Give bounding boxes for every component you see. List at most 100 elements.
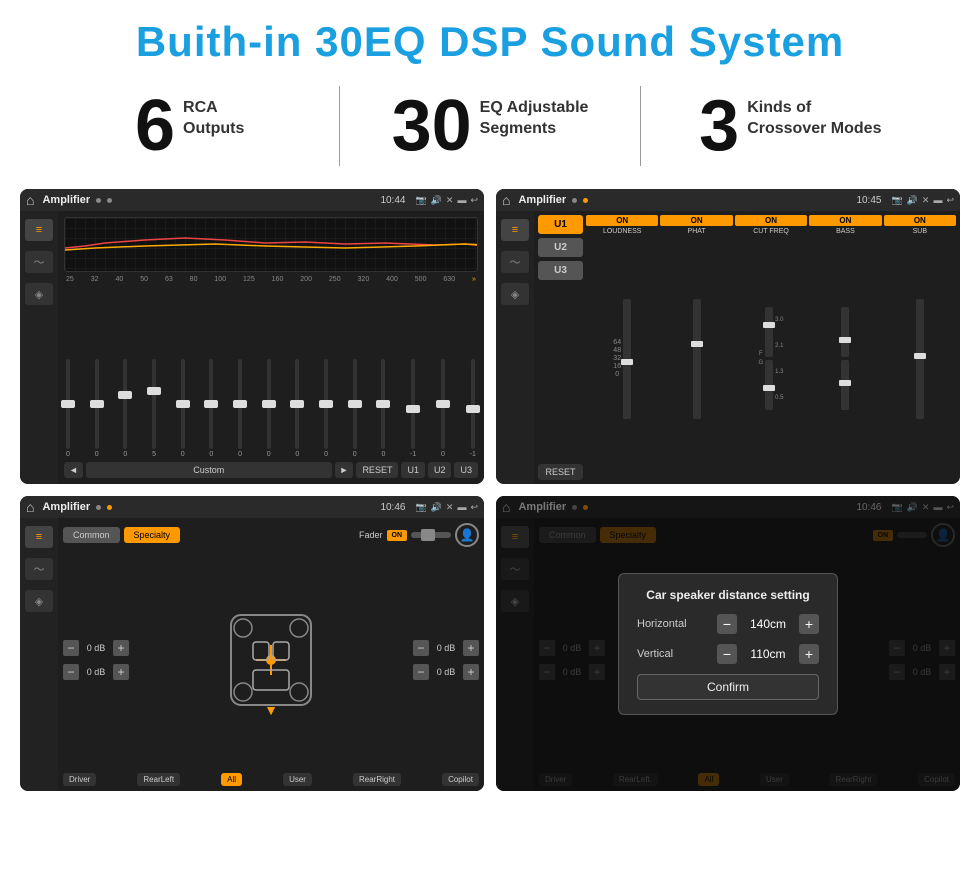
sidebar-eq-icon-3[interactable]: ≡ — [25, 526, 53, 548]
eq-track[interactable] — [381, 359, 385, 449]
cutfreq-track2[interactable] — [765, 360, 773, 410]
amp2-reset-btn[interactable]: RESET — [538, 464, 583, 480]
sub-track[interactable] — [916, 299, 924, 419]
volume-icon-1: 🔊 — [431, 195, 442, 206]
amp3-main: Common Specialty Fader ON 👤 − 0 — [58, 518, 484, 791]
u2-btn[interactable]: U2 — [538, 238, 583, 257]
eq-reset-btn[interactable]: RESET — [356, 462, 398, 478]
sidebar-speaker-icon-2[interactable]: ◈ — [501, 283, 529, 305]
confirm-button[interactable]: Confirm — [637, 674, 819, 700]
volume-icon-3: 🔊 — [431, 502, 442, 513]
window-icon-1: ▬ — [457, 195, 466, 205]
eq-track[interactable] — [441, 359, 445, 449]
bass-track2[interactable] — [841, 360, 849, 410]
user-btn-3[interactable]: User — [283, 773, 312, 786]
channel-bass: ON BASS — [809, 215, 881, 480]
eq-label: 50 — [140, 276, 148, 283]
rearright-btn-3[interactable]: RearRight — [353, 773, 401, 786]
db-minus-tl[interactable]: − — [63, 640, 79, 656]
eq-track[interactable] — [95, 359, 99, 449]
back-icon-2: ↩ — [946, 195, 954, 206]
loudness-on[interactable]: ON — [586, 215, 658, 226]
db-value-tl: 0 dB — [82, 643, 110, 653]
eq-label: 80 — [190, 276, 198, 283]
eq-track[interactable] — [295, 359, 299, 449]
sidebar-speaker-icon[interactable]: ◈ — [25, 283, 53, 305]
horizontal-plus-btn[interactable]: + — [799, 614, 819, 634]
vertical-plus-btn[interactable]: + — [799, 644, 819, 664]
tab-common-3[interactable]: Common — [63, 527, 120, 543]
db-minus-bl[interactable]: − — [63, 664, 79, 680]
eq-track[interactable] — [152, 359, 156, 449]
eq-slider-col: -1 — [410, 359, 416, 458]
dialog-overlay: Car speaker distance setting Horizontal … — [496, 496, 960, 791]
sidebar-eq-icon-2[interactable]: ≡ — [501, 219, 529, 241]
sidebar-speaker-icon-3[interactable]: ◈ — [25, 590, 53, 612]
eq-slider-col: 0 — [123, 359, 127, 458]
fader-on-3[interactable]: ON — [387, 530, 408, 541]
eq-track[interactable] — [411, 359, 415, 449]
all-btn-3[interactable]: All — [221, 773, 242, 786]
screen-dialog: ⌂ Amplifier 10:46 📷 🔊 ✕ ▬ ↩ ≡ 〜 ◈ Common — [496, 496, 960, 791]
eq-track[interactable] — [267, 359, 271, 449]
driver-btn-3[interactable]: Driver — [63, 773, 96, 786]
eq-u1-btn[interactable]: U1 — [401, 462, 425, 478]
sidebar-eq-icon[interactable]: ≡ — [25, 219, 53, 241]
eq-track[interactable] — [66, 359, 70, 449]
eq-track[interactable] — [181, 359, 185, 449]
eq-expand-icon[interactable]: » — [472, 276, 476, 283]
cutfreq-track1[interactable] — [765, 307, 773, 357]
db-plus-tr[interactable]: + — [463, 640, 479, 656]
camera-icon-1: 📷 — [415, 195, 426, 206]
db-minus-br[interactable]: − — [413, 664, 429, 680]
horizontal-minus-btn[interactable]: − — [717, 614, 737, 634]
tab-specialty-3[interactable]: Specialty — [124, 527, 181, 543]
copilot-btn-3[interactable]: Copilot — [442, 773, 479, 786]
eq-track[interactable] — [353, 359, 357, 449]
phat-on[interactable]: ON — [660, 215, 732, 226]
status-bar-2: ⌂ Amplifier 10:45 📷 🔊 ✕ ▬ ↩ — [496, 189, 960, 211]
db-plus-br[interactable]: + — [463, 664, 479, 680]
stat-divider-1 — [339, 86, 340, 166]
db-minus-tr[interactable]: − — [413, 640, 429, 656]
eq-slider-col: 0 — [324, 359, 328, 458]
eq-label: 500 — [415, 276, 427, 283]
window-icon-2: ▬ — [933, 195, 942, 205]
sidebar-wave-icon-2[interactable]: 〜 — [501, 251, 529, 273]
eq-prev-btn[interactable]: ◄ — [64, 462, 83, 478]
screen3-time: 10:46 — [380, 502, 405, 513]
sidebar-wave-icon-3[interactable]: 〜 — [25, 558, 53, 580]
loudness-track[interactable] — [623, 299, 631, 419]
dialog-horizontal-row: Horizontal − 140cm + — [637, 614, 819, 634]
eq-u2-btn[interactable]: U2 — [428, 462, 452, 478]
screen2-content: ≡ 〜 ◈ U1 U2 U3 RESET ON LOUDNESS — [496, 211, 960, 484]
eq-track[interactable] — [123, 359, 127, 449]
db-value-bl: 0 dB — [82, 667, 110, 677]
stat-label-eq: EQ AdjustableSegments — [480, 98, 589, 140]
eq-track[interactable] — [238, 359, 242, 449]
bass-track1[interactable] — [841, 307, 849, 357]
eq-track[interactable] — [324, 359, 328, 449]
db-plus-bl[interactable]: + — [113, 664, 129, 680]
sidebar-2: ≡ 〜 ◈ — [496, 211, 534, 484]
rearleft-btn-3[interactable]: RearLeft — [137, 773, 180, 786]
eq-next-btn[interactable]: ► — [335, 462, 354, 478]
u3-btn[interactable]: U3 — [538, 261, 583, 280]
eq-track[interactable] — [471, 359, 475, 449]
eq-track[interactable] — [209, 359, 213, 449]
cutfreq-on[interactable]: ON — [735, 215, 807, 226]
vertical-minus-btn[interactable]: − — [717, 644, 737, 664]
sub-on[interactable]: ON — [884, 215, 956, 226]
bass-slider — [841, 237, 849, 480]
db-control-bl: − 0 dB + — [63, 664, 129, 680]
u1-btn[interactable]: U1 — [538, 215, 583, 234]
bass-on[interactable]: ON — [809, 215, 881, 226]
fader-slider-3[interactable] — [411, 532, 451, 538]
db-plus-tl[interactable]: + — [113, 640, 129, 656]
back-icon-3: ↩ — [470, 502, 478, 513]
sub-slider — [916, 237, 924, 480]
eq-u3-btn[interactable]: U3 — [454, 462, 478, 478]
camera-icon-2: 📷 — [891, 195, 902, 206]
phat-track[interactable] — [693, 299, 701, 419]
sidebar-wave-icon[interactable]: 〜 — [25, 251, 53, 273]
